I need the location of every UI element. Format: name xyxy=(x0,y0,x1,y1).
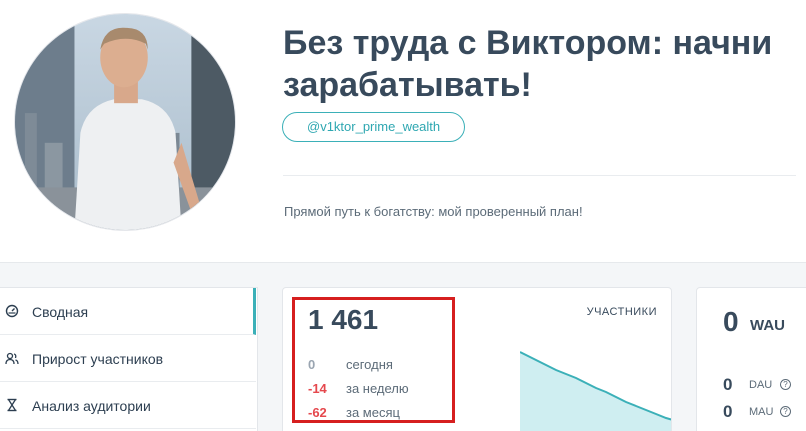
sidebar-item-growth[interactable]: Прирост участников xyxy=(0,335,256,382)
highlight-box xyxy=(292,297,455,423)
sidebar-item-audience[interactable]: Анализ аудитории xyxy=(0,382,256,429)
channel-description: Прямой путь к богатству: мой проверенный… xyxy=(284,204,583,219)
mau-help-icon[interactable]: ? xyxy=(780,406,791,417)
channel-title: Без труда с Виктором: начни зарабатывать… xyxy=(283,24,773,104)
sidebar-item-label: Сводная xyxy=(32,304,89,320)
channel-handle-link[interactable]: @v1ktor_prime_wealth xyxy=(282,112,466,142)
avatar[interactable] xyxy=(14,13,236,231)
dau-help-icon[interactable]: ? xyxy=(780,379,791,390)
channel-header: Без труда с Виктором: начни зарабатывать… xyxy=(0,0,806,262)
mau-value: 0 xyxy=(723,402,733,421)
dau-label: DAU xyxy=(749,379,773,391)
dau-value: 0 xyxy=(723,375,733,394)
dashboard-icon xyxy=(5,304,19,318)
sidebar-item-summary[interactable]: Сводная xyxy=(0,288,256,335)
sidebar-item-label: Прирост участников xyxy=(32,351,164,367)
members-label: УЧАСТНИКИ xyxy=(586,306,657,318)
activity-card: 0 WAU 0 DAU ? 0 MAU ? xyxy=(696,287,806,431)
wau-value: 0 xyxy=(723,306,739,337)
header-divider xyxy=(283,175,796,176)
sidebar-item-label: Анализ аудитории xyxy=(32,398,151,414)
users-icon xyxy=(5,352,19,365)
avatar-photo xyxy=(15,14,235,230)
hourglass-icon xyxy=(7,398,17,412)
sidebar-nav: Сводная Прирост участников Анализ аудито… xyxy=(0,287,258,431)
members-sparkline xyxy=(520,351,671,431)
wau-label: WAU xyxy=(750,317,785,334)
mau-label: MAU xyxy=(749,406,774,418)
